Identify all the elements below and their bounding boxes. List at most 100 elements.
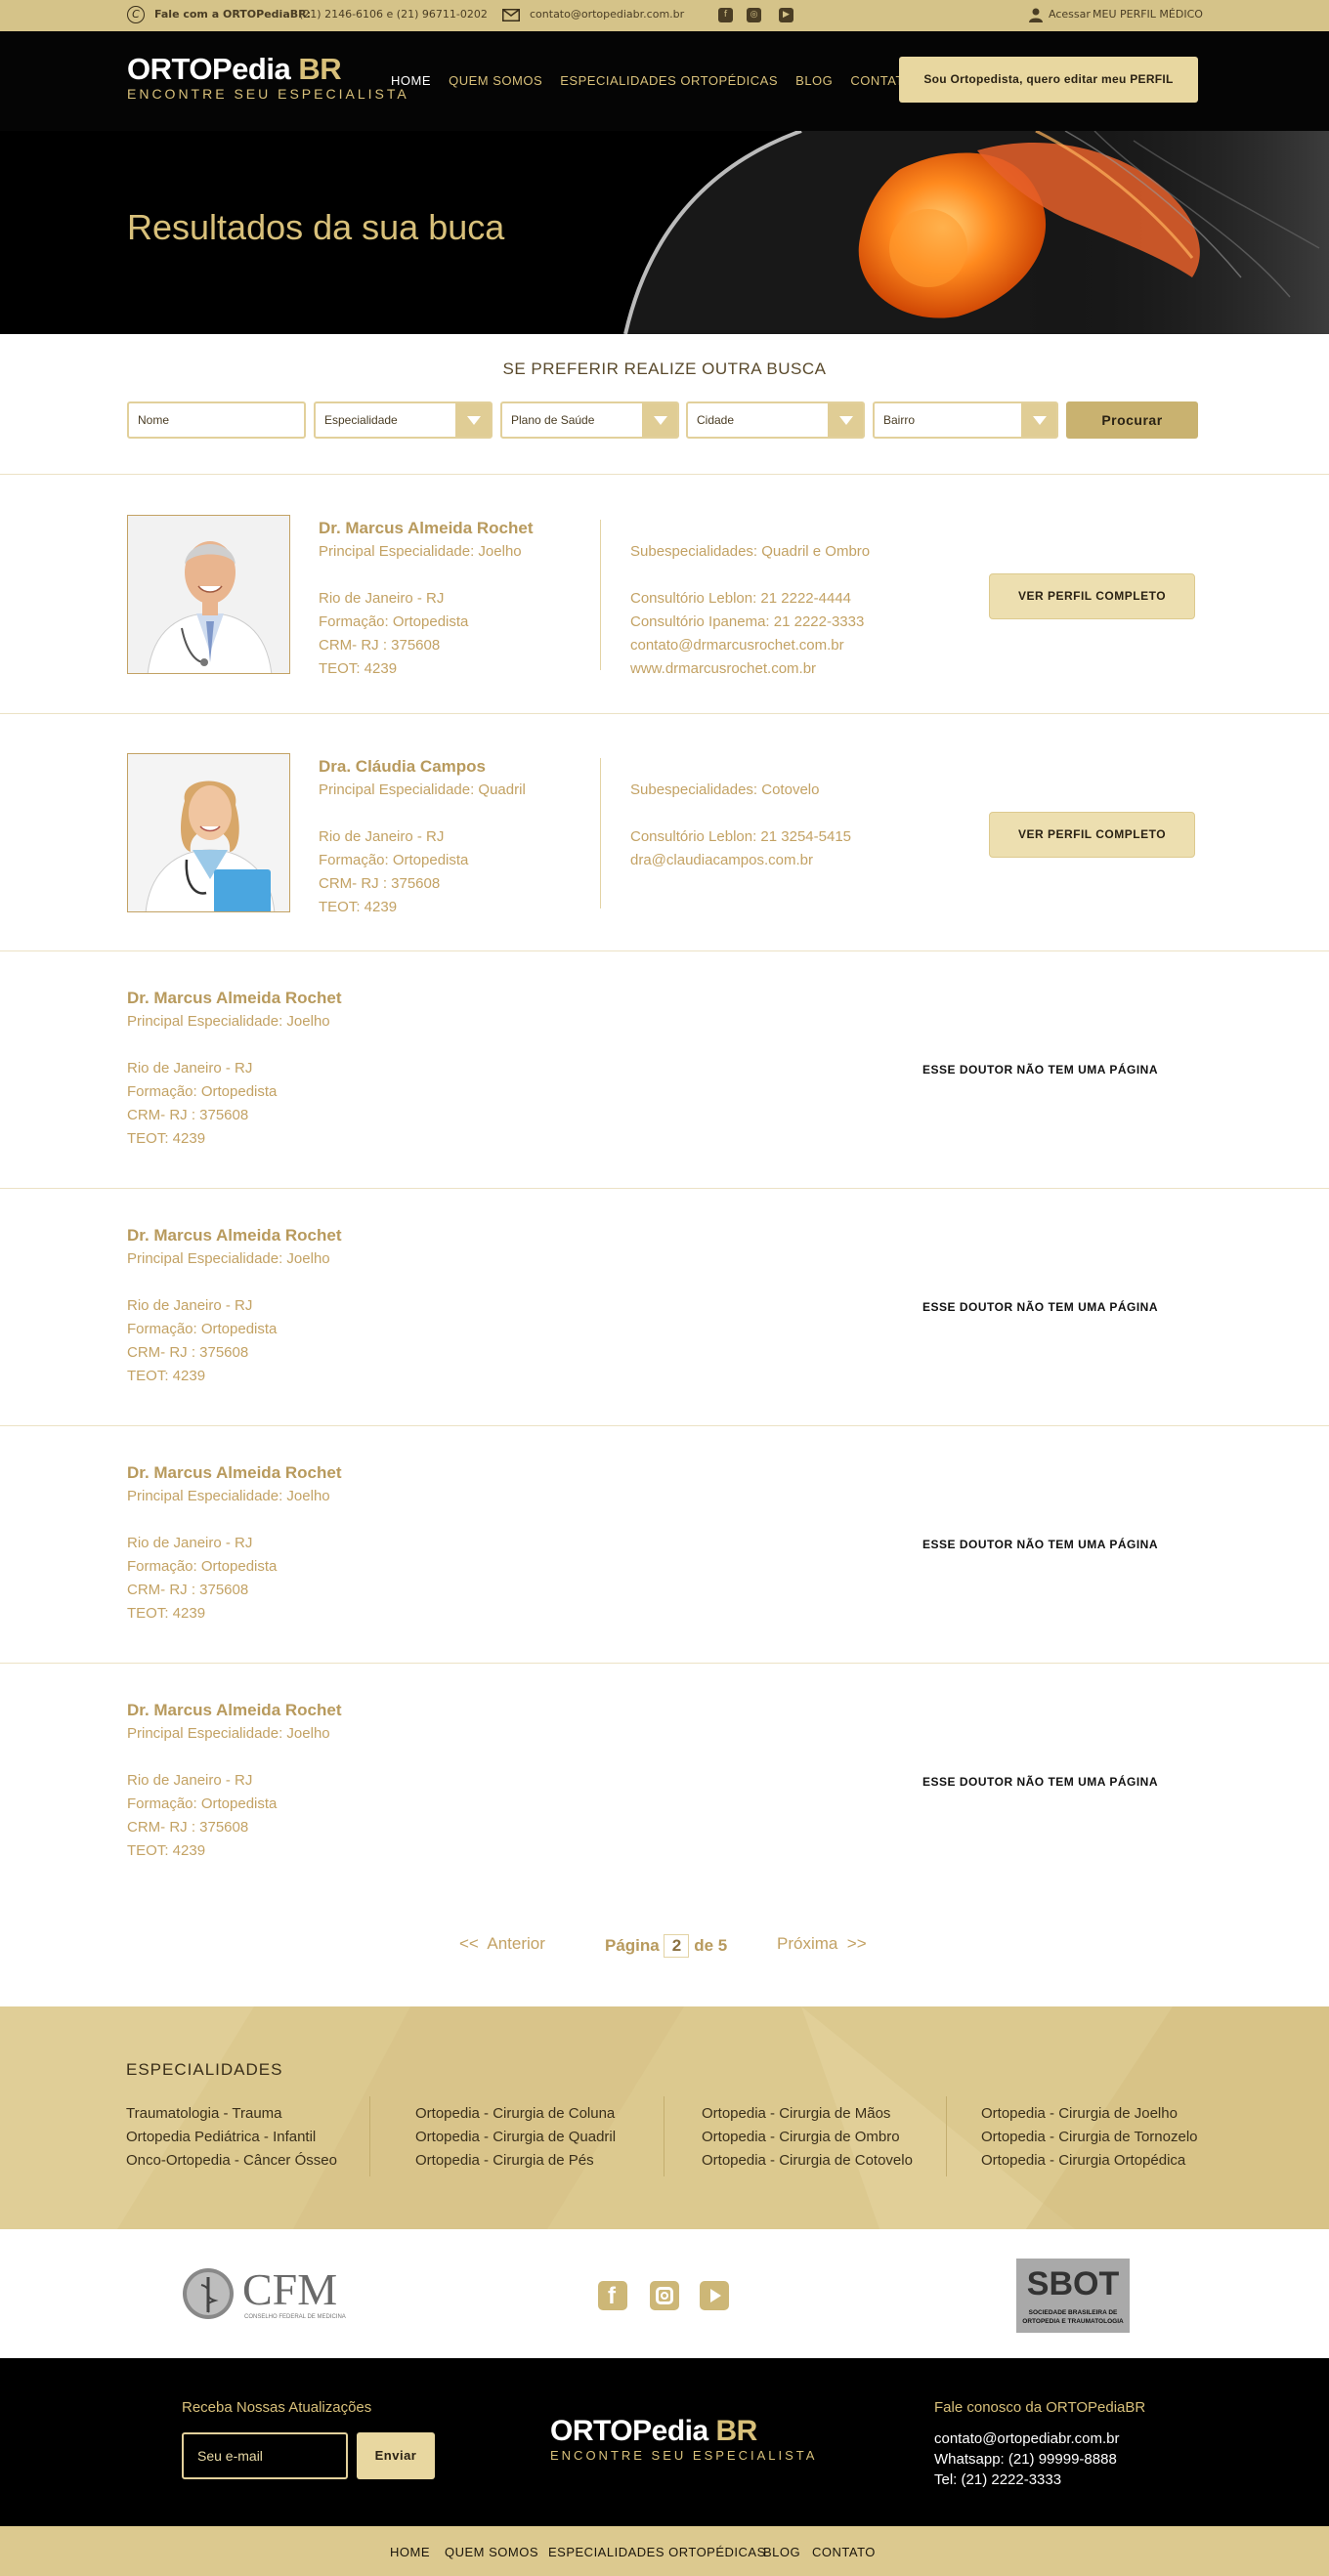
location: Rio de Janeiro - RJ (127, 1772, 253, 1789)
view-profile-button[interactable]: VER PERFIL COMPLETO (989, 573, 1195, 619)
phone-numbers[interactable]: (21) 2146-6106 e (21) 96711-0202 (299, 8, 488, 21)
crm: CRM- RJ : 375608 (127, 1819, 249, 1836)
specialty-select[interactable]: Especialidade (314, 401, 493, 439)
user-icon (1029, 8, 1043, 22)
contact-email[interactable]: contato@ortopediabr.com.br (934, 2430, 1120, 2447)
nav-quem-somos[interactable]: QUEM SOMOS (449, 73, 542, 88)
footer-logo[interactable]: ORTOPedia BR ENCONTRE SEU ESPECIALISTA (550, 2415, 817, 2464)
search-button[interactable]: Procurar (1066, 401, 1198, 439)
specialty-link[interactable]: Ortopedia - Cirurgia de Coluna (415, 2102, 616, 2126)
specialty-link[interactable]: Ortopedia - Cirurgia de Joelho (981, 2102, 1198, 2126)
page-label: Página (605, 1936, 660, 1955)
main-specialty: Principal Especialidade: Joelho (127, 1725, 330, 1742)
access-profile-link[interactable]: MEU PERFIL MÉDICO (1093, 8, 1203, 21)
main-specialty: Principal Especialidade: Joelho (127, 1250, 330, 1267)
cfm-logo[interactable]: CFM CONSELHO FEDERAL DE MEDICINA (182, 2265, 358, 2324)
no-page-notice: ESSE DOUTOR NÃO TEM UMA PÁGINA (922, 1300, 1159, 1314)
main-nav: HOME QUEM SOMOS ESPECIALIDADES ORTOPÉDIC… (391, 73, 927, 88)
bottom-nav-quem-somos[interactable]: QUEM SOMOS (445, 2545, 538, 2559)
location: Rio de Janeiro - RJ (127, 1060, 253, 1077)
main-specialty: Principal Especialidade: Joelho (319, 543, 522, 560)
newsletter-email-input[interactable]: Seu e-mail (182, 2432, 348, 2479)
location: Rio de Janeiro - RJ (127, 1535, 253, 1551)
instagram-icon[interactable]: ◎ (747, 8, 761, 22)
contact-title: Fale conosco da ORTOPediaBR (934, 2399, 1146, 2416)
bottom-nav-especialidades[interactable]: ESPECIALIDADES ORTOPÉDICAS (548, 2545, 766, 2559)
prev-page-link[interactable]: << Anterior (459, 1934, 545, 1954)
specialty-link[interactable]: Ortopedia - Cirurgia de Tornozelo (981, 2126, 1198, 2149)
pagination: << Anterior Página 2 de 5 Próxima >> (0, 1915, 1329, 1993)
hero-banner: Resultados da sua buca (0, 131, 1329, 334)
result-card: Dr. Marcus Almeida Rochet Principal Espe… (0, 1189, 1329, 1426)
specialties-section: ESPECIALIDADES Traumatologia - Trauma Or… (0, 2006, 1329, 2229)
city-select[interactable]: Cidade (686, 401, 865, 439)
nav-blog[interactable]: BLOG (795, 73, 833, 88)
edit-profile-button[interactable]: Sou Ortopedista, quero editar meu PERFIL (899, 57, 1198, 103)
shoulder-illustration (623, 131, 1329, 334)
specialty-link[interactable]: Ortopedia Pediátrica - Infantil (126, 2126, 337, 2149)
current-page-input[interactable]: 2 (664, 1934, 690, 1958)
newsletter-send-button[interactable]: Enviar (357, 2432, 435, 2479)
doctor-name: Dr. Marcus Almeida Rochet (127, 1226, 342, 1245)
specialty-link[interactable]: Onco-Ortopedia - Câncer Ósseo (126, 2149, 337, 2173)
teot: TEOT: 4239 (127, 1130, 206, 1147)
youtube-icon[interactable] (700, 2281, 729, 2310)
bottom-nav-contato[interactable]: CONTATO (812, 2545, 876, 2559)
instagram-icon[interactable] (650, 2281, 679, 2310)
nav-home[interactable]: HOME (391, 73, 431, 88)
formation: Formação: Ortopedista (127, 1795, 278, 1812)
sbot-logo[interactable]: SBOT SOCIEDADE BRASILEIRA DE ORTOPEDIA E… (1016, 2259, 1130, 2333)
result-card: Dr. Marcus Almeida Rochet Principal Espe… (0, 476, 1329, 714)
newsletter-title: Receba Nossas Atualizações (182, 2399, 372, 2416)
name-input[interactable]: Nome (127, 401, 306, 439)
crm: CRM- RJ : 375608 (319, 637, 441, 654)
specialty-link[interactable]: Ortopedia - Cirurgia de Mãos (702, 2102, 913, 2126)
facebook-icon[interactable]: f (598, 2281, 627, 2310)
mail-icon (502, 9, 520, 21)
bottom-nav-home[interactable]: HOME (390, 2545, 430, 2559)
logo-main: ORTOPedia (127, 52, 291, 86)
specialty-link[interactable]: Ortopedia - Cirurgia de Quadril (415, 2126, 616, 2149)
specialty-link[interactable]: Traumatologia - Trauma (126, 2102, 337, 2126)
footer-logo-tagline: ENCONTRE SEU ESPECIALISTA (550, 2448, 818, 2463)
no-page-notice: ESSE DOUTOR NÃO TEM UMA PÁGINA (922, 1063, 1159, 1077)
specialty-link[interactable]: Ortopedia - Cirurgia de Ombro (702, 2126, 913, 2149)
contact-email[interactable]: contato@drmarcusrochet.com.br (630, 634, 870, 657)
specialty-link[interactable]: Ortopedia - Cirurgia de Cotovelo (702, 2149, 913, 2173)
contact-website[interactable]: www.drmarcusrochet.com.br (630, 657, 870, 681)
bottom-nav-blog[interactable]: BLOG (763, 2545, 800, 2559)
view-profile-button[interactable]: VER PERFIL COMPLETO (989, 812, 1195, 858)
specialty-link[interactable]: Ortopedia - Cirurgia Ortopédica (981, 2149, 1198, 2173)
name-input-placeholder: Nome (138, 413, 170, 427)
footer-logo-main: ORTOPedia (550, 2415, 708, 2447)
doctor-name[interactable]: Dra. Cláudia Campos (319, 755, 526, 779)
doctor-photo (127, 515, 290, 674)
header: ORTOPedia BR ENCONTRE SEU ESPECIALISTA H… (0, 31, 1329, 131)
nav-especialidades[interactable]: ESPECIALIDADES ORTOPÉDICAS (560, 73, 778, 88)
location: Rio de Janeiro - RJ (127, 1297, 253, 1314)
search-section: SE PREFERIR REALIZE OUTRA BUSCA Nome Esp… (0, 334, 1329, 475)
neighborhood-select[interactable]: Bairro (873, 401, 1058, 439)
doctor-name[interactable]: Dr. Marcus Almeida Rochet (319, 517, 534, 540)
crm: CRM- RJ : 375608 (127, 1344, 249, 1361)
result-card: Dr. Marcus Almeida Rochet Principal Espe… (0, 1426, 1329, 1664)
youtube-icon[interactable]: ▶ (779, 8, 793, 22)
teot: TEOT: 4239 (319, 899, 398, 915)
specialty-link[interactable]: Ortopedia - Cirurgia de Pés (415, 2149, 616, 2173)
location: Rio de Janeiro - RJ (319, 828, 445, 845)
doctor-name: Dr. Marcus Almeida Rochet (127, 1463, 342, 1482)
contact-email[interactable]: dra@claudiacampos.com.br (630, 849, 851, 872)
phone-label: Fale com a ORTOPediaBR: (154, 8, 311, 21)
no-page-notice: ESSE DOUTOR NÃO TEM UMA PÁGINA (922, 1775, 1159, 1789)
topbar-email[interactable]: contato@ortopediabr.com.br (530, 8, 684, 21)
facebook-icon[interactable]: f (718, 8, 733, 22)
next-page-link[interactable]: Próxima >> (777, 1934, 867, 1954)
logo[interactable]: ORTOPedia BR ENCONTRE SEU ESPECIALISTA (127, 52, 409, 103)
cfm-subtitle: CONSELHO FEDERAL DE MEDICINA (244, 2314, 346, 2320)
doctor-name: Dr. Marcus Almeida Rochet (127, 1701, 342, 1719)
bottom-nav: HOME QUEM SOMOS ESPECIALIDADES ORTOPÉDIC… (0, 2526, 1329, 2576)
teot: TEOT: 4239 (127, 1842, 206, 1859)
teot: TEOT: 4239 (127, 1605, 206, 1622)
no-page-notice: ESSE DOUTOR NÃO TEM UMA PÁGINA (922, 1538, 1159, 1551)
health-plan-select[interactable]: Plano de Saúde (500, 401, 679, 439)
